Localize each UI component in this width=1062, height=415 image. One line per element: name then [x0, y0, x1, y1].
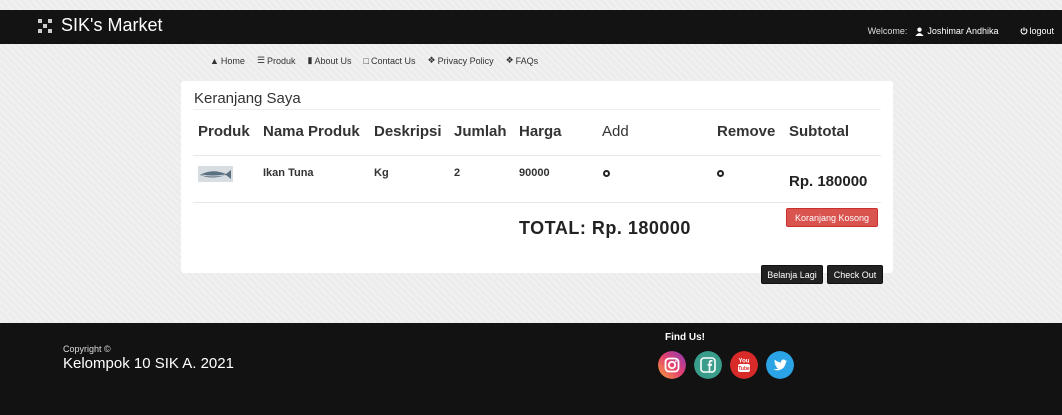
- col-produk: Produk: [198, 123, 250, 140]
- cart-panel: Keranjang Saya Produk Nama Produk Deskri…: [181, 81, 893, 284]
- brand[interactable]: SIK's Market: [37, 15, 162, 36]
- tuna-fish-thumbnail: [198, 166, 233, 182]
- header-divider: [193, 155, 881, 156]
- nav-privacy[interactable]: ❖ Privacy Policy: [428, 55, 494, 66]
- nav-about[interactable]: ▮ About Us: [308, 55, 352, 66]
- continue-shopping-button[interactable]: Belanja Lagi: [761, 265, 823, 284]
- title-divider: [193, 109, 881, 110]
- contact-icon: □: [363, 55, 369, 66]
- main-nav: ▲ Home ☰ Produk ▮ About Us □ Contact Us …: [210, 55, 550, 66]
- nav-contact-label: Contact Us: [370, 55, 416, 66]
- empty-cart-button[interactable]: Koranjang Kosong: [786, 208, 878, 227]
- nav-about-label: About Us: [314, 55, 352, 66]
- nav-produk-label: Produk: [267, 55, 296, 66]
- copyright-owner: Kelompok 10 SIK A. 2021: [63, 355, 234, 372]
- logout-label: logout: [1029, 26, 1054, 36]
- user-link[interactable]: Joshimar Andhika: [915, 26, 998, 36]
- footer: Copyright © Kelompok 10 SIK A. 2021 Find…: [0, 323, 1062, 415]
- facebook-icon[interactable]: [694, 351, 722, 379]
- col-subtotal: Subtotal: [789, 123, 849, 140]
- col-remove: Remove: [717, 123, 776, 140]
- item-qty: 2: [454, 167, 461, 179]
- row-divider: [193, 202, 881, 203]
- cart-title: Keranjang Saya: [194, 90, 301, 107]
- find-us-heading: Find Us!: [665, 332, 705, 343]
- nav-privacy-label: Privacy Policy: [437, 55, 494, 66]
- bookmark-icon: ▮: [307, 55, 313, 65]
- nav-home[interactable]: ▲ Home: [210, 55, 245, 66]
- item-price: 90000: [519, 167, 550, 179]
- col-harga: Harga: [519, 123, 562, 140]
- welcome-label: Welcome:: [867, 26, 908, 36]
- col-nama-produk: Nama Produk: [263, 123, 360, 140]
- user-icon: [915, 27, 924, 36]
- youtube-icon[interactable]: You Tube: [730, 351, 758, 379]
- remove-quantity-icon[interactable]: [717, 170, 724, 177]
- nav-home-label: Home: [220, 55, 245, 66]
- account-area: Welcome: Joshimar Andhika logout: [868, 26, 1054, 36]
- col-deskripsi: Deskripsi: [374, 123, 442, 140]
- checkout-button[interactable]: Check Out: [827, 265, 883, 284]
- item-name: Ikan Tuna: [263, 167, 314, 179]
- logout-link[interactable]: logout: [1020, 26, 1054, 36]
- col-jumlah: Jumlah: [454, 123, 507, 140]
- brand-name: SIK's Market: [61, 15, 163, 35]
- grid-logo-icon: [38, 18, 52, 33]
- instagram-icon[interactable]: [658, 351, 686, 379]
- item-desc: Kg: [374, 167, 389, 179]
- item-subtotal: Rp. 180000: [789, 173, 868, 190]
- nav-produk[interactable]: ☰ Produk: [257, 55, 296, 66]
- svg-text:You: You: [739, 359, 750, 365]
- add-quantity-icon[interactable]: [603, 170, 610, 177]
- info-icon: ❖: [427, 55, 436, 65]
- nav-faqs-label: FAQs: [515, 55, 539, 66]
- list-icon: ☰: [256, 55, 266, 65]
- copyright-label: Copyright ©: [63, 344, 111, 354]
- col-add: Add: [602, 123, 629, 140]
- cart-total: TOTAL: Rp. 180000: [519, 218, 691, 238]
- svg-text:Tube: Tube: [738, 366, 750, 372]
- user-name: Joshimar Andhika: [927, 26, 999, 36]
- nav-faqs[interactable]: ❖ FAQs: [506, 55, 539, 66]
- question-icon: ❖: [505, 55, 514, 65]
- power-icon: [1021, 27, 1028, 35]
- top-navbar: SIK's Market Welcome: Joshimar Andhika l…: [0, 10, 1062, 44]
- nav-contact[interactable]: □ Contact Us: [364, 55, 416, 66]
- home-icon: ▲: [210, 55, 219, 66]
- twitter-icon[interactable]: [766, 351, 794, 379]
